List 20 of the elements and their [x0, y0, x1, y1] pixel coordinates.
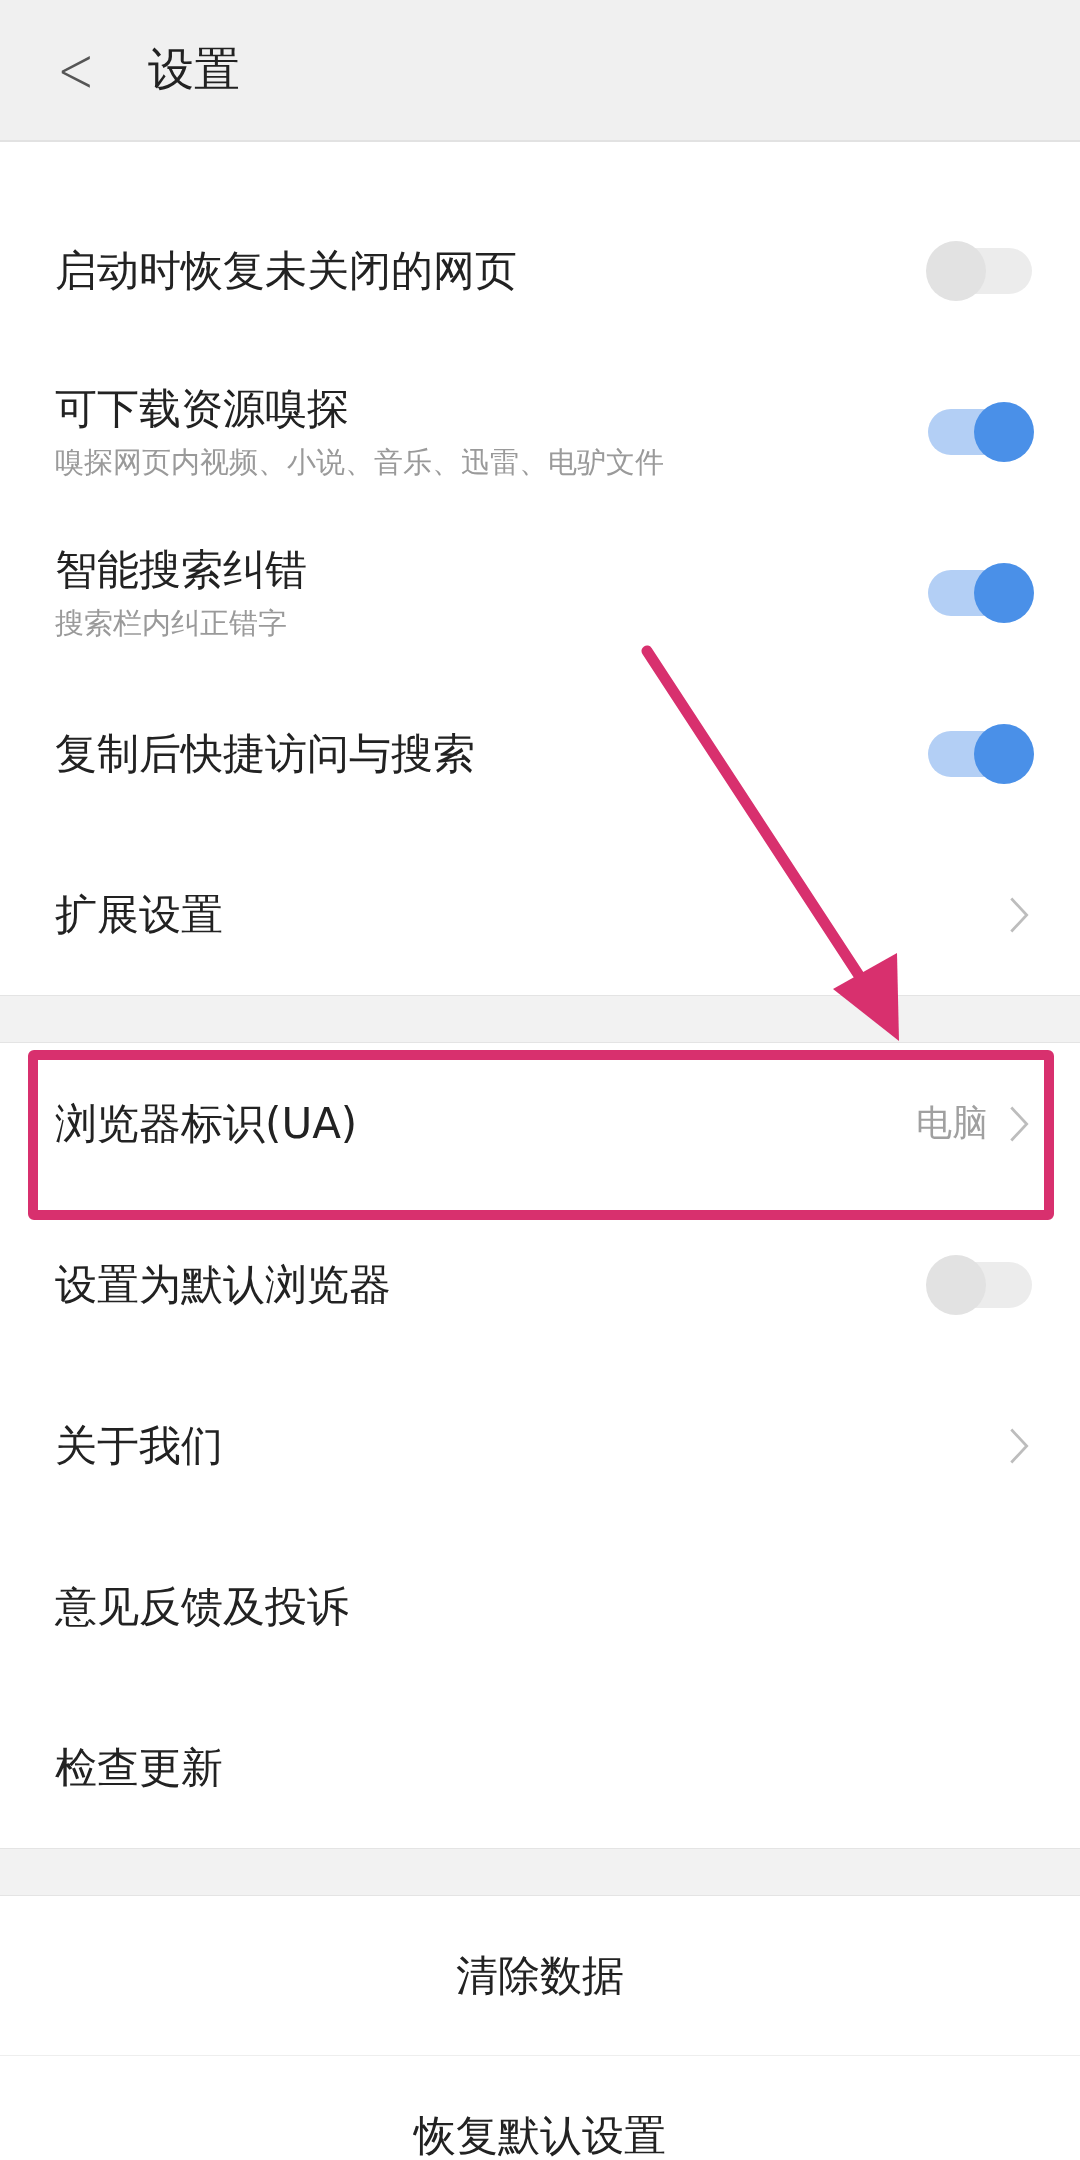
toggle-switch[interactable] [926, 401, 1034, 462]
setting-label[interactable]: 可下载资源嗅探 [55, 380, 926, 437]
setting-label[interactable]: 关于我们 [55, 1417, 1008, 1474]
page-title: 设置 [148, 41, 240, 98]
setting-label[interactable]: 浏览器标识(UA) [55, 1095, 916, 1152]
back-button[interactable]: < [57, 33, 99, 107]
setting-description: 搜索栏内纠正错字 [55, 604, 288, 642]
toggle-switch[interactable] [926, 1254, 1034, 1315]
setting-label[interactable]: 设置为默认浏览器 [55, 1256, 926, 1313]
toggle-switch[interactable] [926, 723, 1034, 784]
setting-label[interactable]: 启动时恢复未关闭的网页 [55, 242, 926, 299]
setting-label[interactable]: 扩展设置 [55, 886, 1008, 943]
toggle-switch[interactable] [926, 240, 1034, 301]
setting-value: 电脑 [916, 1101, 988, 1145]
setting-label[interactable]: 智能搜索纠错 [55, 541, 926, 598]
setting-label[interactable]: 复制后快捷访问与搜索 [55, 725, 926, 782]
setting-label[interactable]: 检查更新 [55, 1739, 1034, 1796]
setting-label[interactable]: 意见反馈及投诉 [55, 1578, 1034, 1635]
setting-description: 嗅探网页内视频、小说、音乐、迅雷、电驴文件 [55, 443, 665, 481]
toggle-switch[interactable] [926, 562, 1034, 623]
